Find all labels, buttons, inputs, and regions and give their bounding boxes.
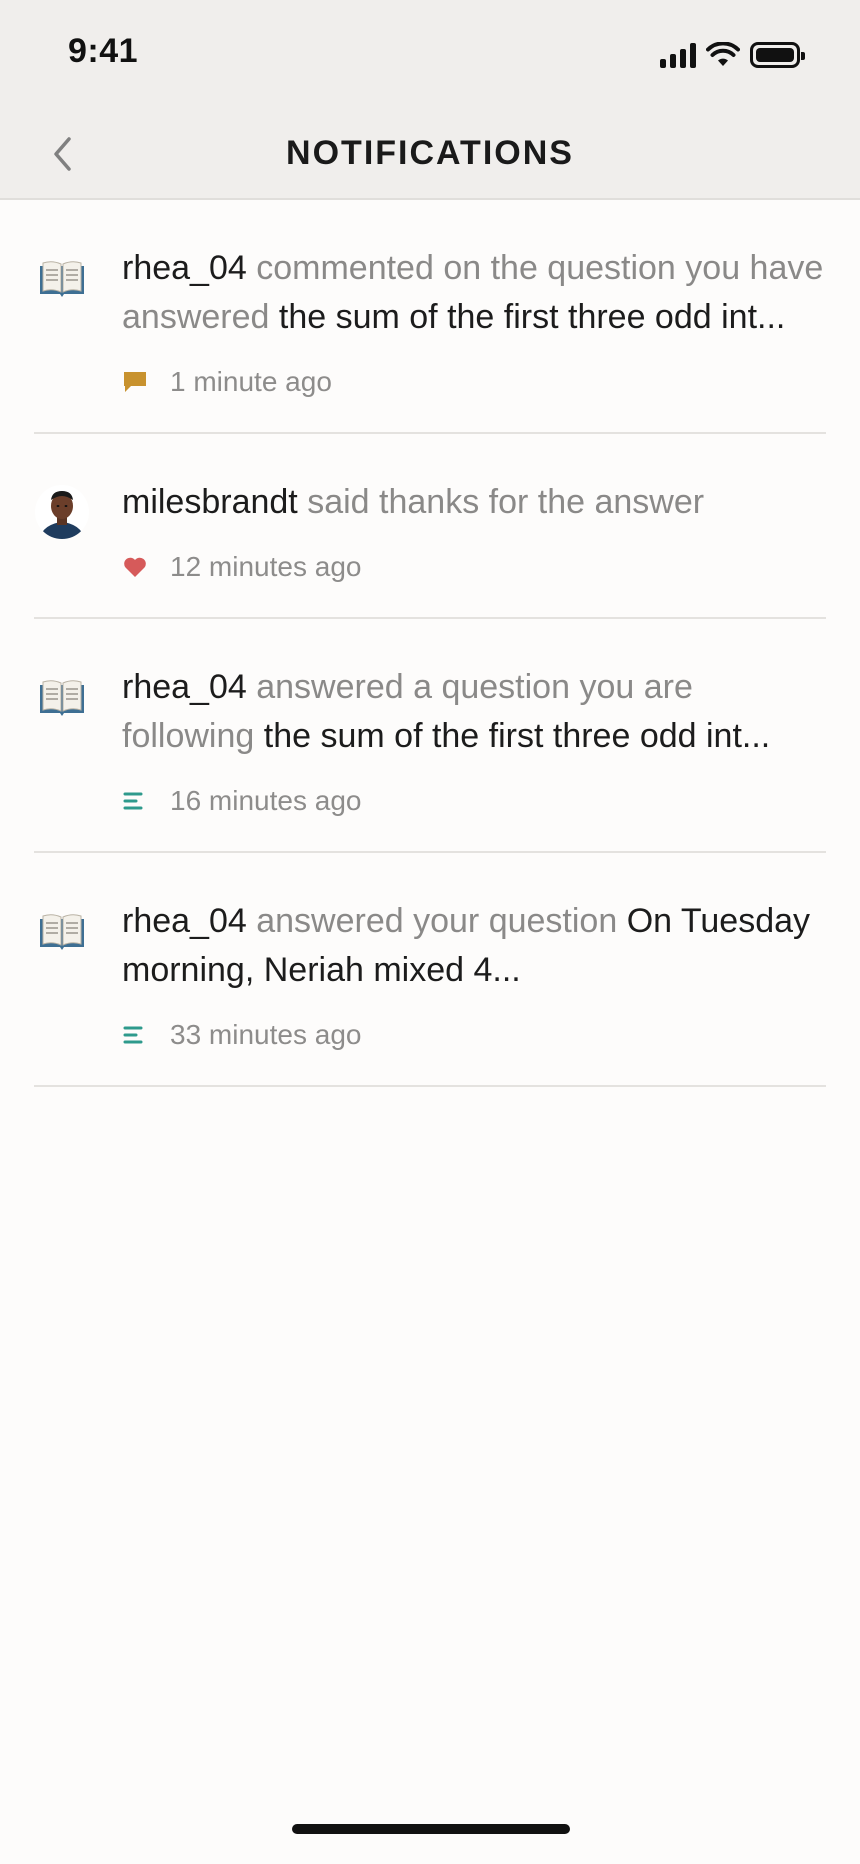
username[interactable]: rhea_04 — [122, 668, 247, 706]
notification-text: rhea_04 commented on the question you ha… — [122, 244, 826, 342]
page-title: NOTIFICATIONS — [286, 134, 574, 172]
notification-meta: 16 minutes ago — [122, 781, 826, 821]
notification-item[interactable]: rhea_04 answered your question On Tuesda… — [34, 853, 826, 1087]
comment-icon — [122, 362, 170, 402]
notification-text: milesbrandt said thanks for the answer — [122, 478, 826, 527]
status-time: 9:41 — [68, 32, 139, 70]
username[interactable]: rhea_04 — [122, 249, 247, 287]
notification-action: answered your question — [256, 902, 618, 940]
notification-action: said thanks for the answer — [307, 483, 705, 521]
notification-meta: 1 minute ago — [122, 362, 826, 402]
notifications-screen: 9:41 NOTIFICATIONS rhea_04 commented on … — [0, 0, 860, 1864]
notification-meta: 33 minutes ago — [122, 1015, 826, 1055]
notification-time: 12 minutes ago — [170, 551, 362, 582]
notification-time: 1 minute ago — [170, 366, 332, 397]
notification-item[interactable]: rhea_04 answered a question you are foll… — [34, 619, 826, 853]
avatar[interactable] — [34, 484, 90, 540]
book-icon — [34, 250, 90, 306]
wifi-icon — [706, 42, 740, 68]
answer-lines-icon — [122, 781, 170, 821]
username[interactable]: milesbrandt — [122, 483, 298, 521]
cellular-signal-icon — [660, 42, 696, 68]
header-bar: 9:41 NOTIFICATIONS — [0, 0, 860, 200]
notification-item[interactable]: milesbrandt said thanks for the answer 1… — [34, 434, 826, 619]
notification-meta: 12 minutes ago — [122, 547, 826, 587]
notification-time: 33 minutes ago — [170, 1019, 362, 1050]
home-indicator[interactable] — [292, 1824, 570, 1834]
notification-text: rhea_04 answered your question On Tuesda… — [122, 897, 826, 995]
question-subject[interactable]: the sum of the first three odd int... — [264, 717, 770, 755]
book-icon — [34, 903, 90, 959]
battery-icon — [750, 42, 805, 68]
notification-item[interactable]: rhea_04 commented on the question you ha… — [34, 200, 826, 434]
notification-time: 16 minutes ago — [170, 785, 362, 816]
book-icon — [34, 669, 90, 725]
notifications-list: rhea_04 commented on the question you ha… — [34, 200, 826, 1087]
heart-icon — [122, 547, 170, 587]
notification-text: rhea_04 answered a question you are foll… — [122, 663, 826, 761]
status-icons — [660, 40, 805, 70]
question-subject[interactable]: the sum of the first three odd int... — [279, 298, 785, 336]
answer-lines-icon — [122, 1015, 170, 1055]
username[interactable]: rhea_04 — [122, 902, 247, 940]
